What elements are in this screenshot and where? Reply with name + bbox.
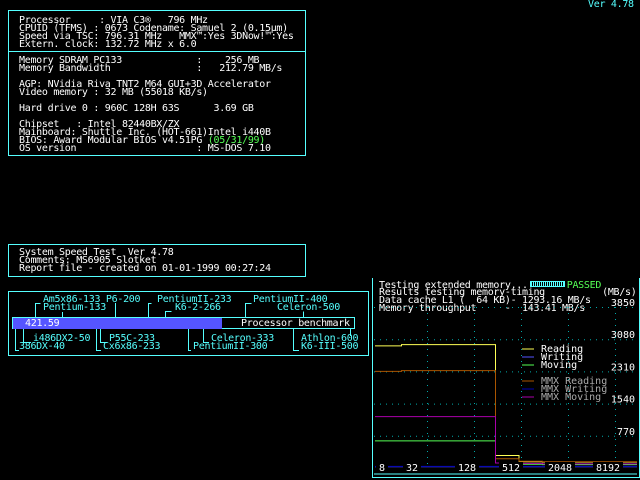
y-tick-label: 770 [617,427,635,438]
y-tick-label: 1540 [611,395,635,406]
memory-timing-chart: 77015402310308038508 32 128 512 2048 8192Read… [374,298,637,475]
x-tick-label: 512 [502,463,520,474]
y-tick-label: 3080 [611,330,635,341]
x-tick-label: 128 [458,463,476,474]
series-line-reading [375,344,637,463]
x-tick-label: 8192 [596,463,620,474]
series-line-moving [375,440,637,466]
y-tick-label: 2310 [611,362,635,373]
x-tick-label: 2048 [548,463,572,474]
x-tick-label: 8 [379,463,385,474]
legend-label: Moving [541,360,577,371]
series-line-mmx-moving [375,416,637,465]
legend-label: MMX Moving [541,392,601,403]
x-tick-label: 32 [406,463,418,474]
y-tick-label: 3850 [611,298,635,309]
